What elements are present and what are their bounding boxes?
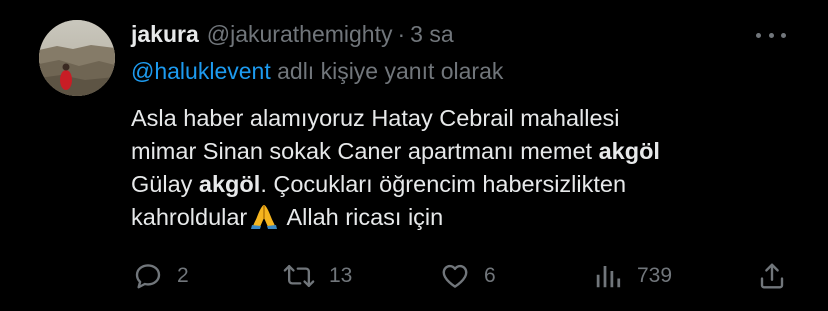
text-segment: Allah ricası için xyxy=(286,204,444,230)
share-button[interactable] xyxy=(757,256,787,296)
tweet-text-line: Gülay akgöl. Çocukları öğrencim habersiz… xyxy=(131,168,791,201)
highlighted-term: akgöl xyxy=(198,171,261,197)
reply-context-text: adlı kişiye yanıt olarak xyxy=(270,58,504,84)
views-button[interactable]: 739 xyxy=(593,256,672,296)
display-name[interactable]: jakura xyxy=(131,21,199,48)
timestamp[interactable]: 3 sa xyxy=(410,21,453,48)
reply-button[interactable]: 2 xyxy=(133,256,189,296)
separator-dot: · xyxy=(397,20,406,47)
retweet-icon xyxy=(283,261,315,291)
text-segment: . Çocukları öğrencim habersizlikten xyxy=(260,171,627,197)
retweet-button[interactable]: 13 xyxy=(283,256,352,296)
reply-icon xyxy=(133,261,163,291)
tweet-text-line: kahroldular Allah ricası için xyxy=(131,201,791,238)
text-segment: mimar Sinan sokak Caner apartmanı memet xyxy=(131,138,599,164)
like-count: 6 xyxy=(484,264,496,287)
reply-mention-link[interactable]: @haluklevent xyxy=(131,58,271,84)
more-icon[interactable] xyxy=(756,25,786,45)
user-handle[interactable]: @jakurathemighty xyxy=(207,21,393,48)
views-count: 739 xyxy=(637,264,673,287)
text-segment: Gülay xyxy=(131,171,199,197)
like-button[interactable]: 6 xyxy=(440,256,496,296)
tweet-text-line: Asla haber alamıyoruz Hatay Cebrail maha… xyxy=(131,105,620,131)
share-icon xyxy=(757,261,787,291)
text-segment: kahroldular xyxy=(131,204,248,230)
avatar[interactable] xyxy=(39,20,115,96)
tweet-header: jakura @jakurathemighty · 3 sa xyxy=(131,18,454,50)
reply-context: @haluklevent adlı kişiye yanıt olarak xyxy=(131,58,503,85)
highlighted-term: akgöl xyxy=(598,138,660,164)
tweet-text: Asla haber alamıyoruz Hatay Cebrail maha… xyxy=(131,102,791,238)
tweet[interactable]: jakura @jakurathemighty · 3 sa @haluklev… xyxy=(0,0,828,311)
views-icon xyxy=(593,261,623,291)
like-icon xyxy=(440,261,470,291)
retweet-count: 13 xyxy=(329,264,353,287)
action-bar: 2 13 6 739 xyxy=(131,256,791,296)
tweet-text-line: mimar Sinan sokak Caner apartmanı memet … xyxy=(131,135,791,168)
reply-count: 2 xyxy=(177,264,189,287)
folded-hands-emoji xyxy=(251,203,278,238)
